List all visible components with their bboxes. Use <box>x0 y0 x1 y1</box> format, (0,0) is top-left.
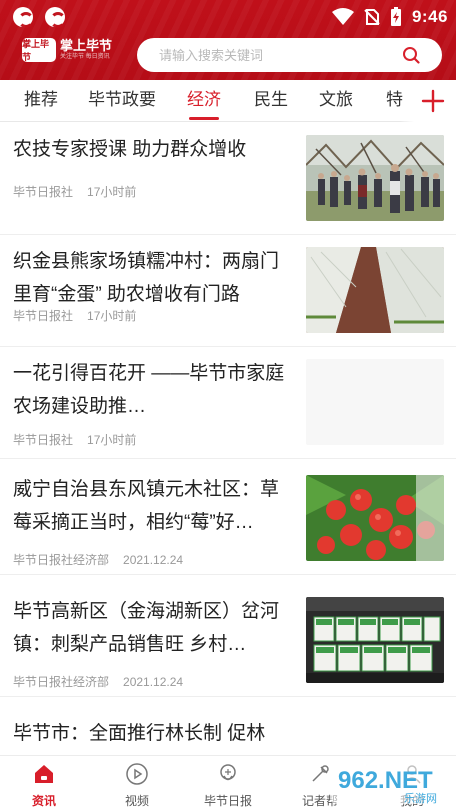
greenhouse-photo <box>306 247 444 333</box>
tab-culture-tourism[interactable]: 文旅 <box>319 80 353 122</box>
news-thumbnail[interactable] <box>306 247 444 333</box>
news-thumbnail[interactable] <box>306 597 444 683</box>
nav-video[interactable]: 视频 <box>99 756 175 810</box>
search-bar[interactable] <box>137 38 442 72</box>
watermark-subtext: 乐游网 <box>404 792 437 805</box>
news-title[interactable]: 农技专家授课 助力群众增收 <box>13 133 295 166</box>
category-tabs: 推荐 毕节政要 经济 民生 文旅 特 <box>0 80 456 122</box>
no-sim-icon <box>364 9 380 25</box>
news-item[interactable]: 织金县熊家场镇糯冲村：两扇门里育“金蛋” 助农增收有门路 毕节日报社 17小时前 <box>0 235 456 347</box>
search-input[interactable] <box>159 38 399 72</box>
tab-bijie-politics[interactable]: 毕节政要 <box>88 80 156 122</box>
play-icon <box>126 763 148 785</box>
tab-economy[interactable]: 经济 <box>187 80 221 122</box>
news-meta: 毕节日报社经济部 2021.12.24 <box>13 551 183 568</box>
news-item[interactable]: 一花引得百花开 ——毕节市家庭农场建设助推… 毕节日报社 17小时前 <box>0 347 456 459</box>
news-feed[interactable]: 农技专家授课 助力群众增收 毕节日报社 17小时前 织金县熊家场镇糯冲村：两扇门… <box>0 123 456 755</box>
add-channel-icon[interactable] <box>420 88 446 114</box>
news-meta: 毕节日报社 17小时前 <box>13 183 136 200</box>
news-time: 2021.12.24 <box>123 553 184 567</box>
news-source: 毕节日报社经济部 <box>13 553 110 567</box>
news-title[interactable]: 一花引得百花开 ——毕节市家庭农场建设助推… <box>13 357 295 423</box>
battery-icon <box>390 7 401 26</box>
notification-icon <box>45 7 66 28</box>
news-thumbnail[interactable] <box>306 359 444 445</box>
strawberry-photo <box>306 475 444 561</box>
news-item[interactable]: 毕节高新区（金海湖新区）岔河镇：刺梨产品销售旺 乡村… 毕节日报社经济部 2021… <box>0 585 456 697</box>
product-boxes-photo <box>306 597 444 683</box>
news-item[interactable]: 农技专家授课 助力群众增收 毕节日报社 17小时前 <box>0 123 456 235</box>
status-time: 9:46 <box>411 7 448 26</box>
tab-livelihood[interactable]: 民生 <box>254 80 288 122</box>
status-bar: 9:46 <box>0 0 456 34</box>
nav-daily[interactable]: 毕节日报 <box>190 756 266 810</box>
news-source: 毕节日报社 <box>13 185 74 199</box>
news-thumbnail[interactable] <box>306 135 444 221</box>
app-bar: 掌上毕节 掌上毕节 关注毕节 每日资讯 <box>0 34 456 80</box>
wifi-icon <box>331 8 354 25</box>
news-time: 17小时前 <box>87 309 137 323</box>
news-title[interactable]: 织金县熊家场镇糯冲村：两扇门里育“金蛋” 助农增收有门路 <box>13 245 295 311</box>
app-header: 9:46 掌上毕节 掌上毕节 关注毕节 每日资讯 <box>0 0 456 80</box>
nav-label: 视频 <box>124 794 149 808</box>
logo-subtitle: 关注毕节 每日资讯 <box>60 54 110 60</box>
news-item[interactable]: 威宁自治县东风镇元木社区：草莓采摘正当时，相约“莓”好… 毕节日报社经济部 202… <box>0 463 456 575</box>
news-meta: 毕节日报社经济部 2021.12.24 <box>13 673 183 690</box>
home-icon <box>35 765 53 783</box>
news-meta: 毕节日报社 17小时前 <box>13 431 136 448</box>
news-title[interactable]: 毕节市：全面推行林长制 促林 <box>13 717 295 750</box>
news-thumbnail[interactable] <box>306 475 444 561</box>
logo-badge: 掌上毕节 <box>22 38 56 62</box>
nav-news[interactable]: 资讯 <box>6 756 82 810</box>
nav-label: 资讯 <box>31 794 56 808</box>
app-logo[interactable]: 掌上毕节 掌上毕节 关注毕节 每日资讯 <box>22 38 112 62</box>
orchard-training-photo <box>306 135 444 221</box>
notification-icon <box>13 7 34 28</box>
news-time: 2021.12.24 <box>123 675 184 689</box>
logo-title: 掌上毕节 <box>60 38 113 53</box>
news-time: 17小时前 <box>87 185 137 199</box>
news-source: 毕节日报社 <box>13 309 74 323</box>
news-meta: 毕节日报社 17小时前 <box>13 307 136 324</box>
reporter-icon <box>312 765 329 782</box>
news-source: 毕节日报社经济部 <box>13 675 110 689</box>
news-source: 毕节日报社 <box>13 433 74 447</box>
newspaper-icon <box>220 764 236 781</box>
site-watermark: 962.NET 乐游网 <box>330 764 452 805</box>
news-title[interactable]: 威宁自治县东风镇元木社区：草莓采摘正当时，相约“莓”好… <box>13 473 295 539</box>
search-icon[interactable] <box>402 46 420 64</box>
news-item[interactable]: 毕节市：全面推行林长制 促林 <box>0 707 456 755</box>
news-title[interactable]: 毕节高新区（金海湖新区）岔河镇：刺梨产品销售旺 乡村… <box>13 595 295 661</box>
image-placeholder <box>306 359 444 445</box>
nav-label: 毕节日报 <box>203 794 252 808</box>
news-time: 17小时前 <box>87 433 137 447</box>
watermark-text: 962.NET <box>338 767 433 794</box>
tab-recommend[interactable]: 推荐 <box>24 80 58 122</box>
